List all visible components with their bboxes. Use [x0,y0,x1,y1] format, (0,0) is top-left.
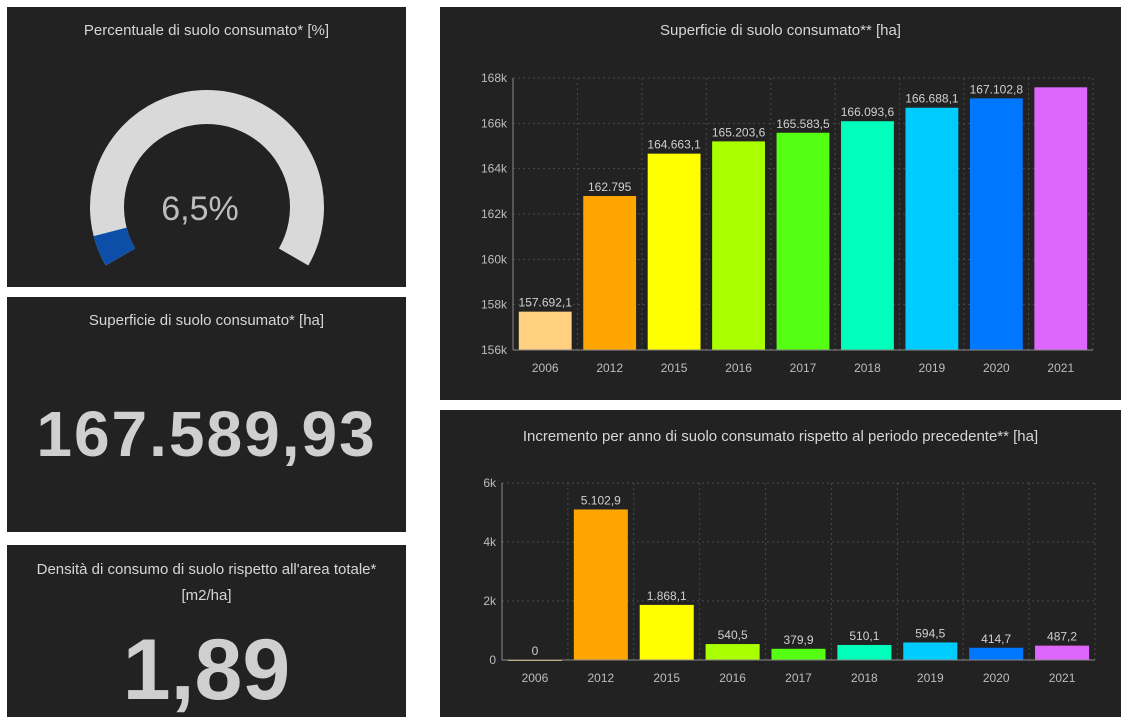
x-tick-label: 2006 [522,671,549,685]
bar [969,647,1024,660]
bar [647,153,701,350]
gauge-chart: 6,5% [90,90,324,266]
x-tick-label: 2019 [919,361,946,375]
data-label: 157.692,1 [519,296,573,310]
density-value: 1,89 [122,622,291,717]
area-panel: Superficie di suolo consumato* [ha] 167.… [7,297,406,532]
bar [837,644,892,660]
data-label: 594,5 [915,626,945,640]
y-tick-label: 2k [483,594,497,608]
bar [969,98,1023,350]
data-label: 0 [532,644,539,658]
x-tick-label: 2018 [851,671,878,685]
bar [841,121,894,350]
bar [1035,645,1090,660]
y-tick-label: 166k [481,116,508,130]
bar [776,132,830,350]
y-tick-label: 160k [481,252,508,266]
area-by-year-chart: 156k 158k 160k 162k 164k 166k 168k 157.692,1 200… [481,71,1094,375]
data-label: 164.663,1 [647,138,701,152]
gauge-value: 6,5% [161,190,239,228]
x-tick-label: 2021 [1049,671,1076,685]
bar [905,107,959,351]
data-label: 166.688,1 [905,92,959,106]
bar [639,604,694,660]
data-label: 165.583,5 [776,117,830,131]
y-tick-label: 156k [481,343,508,357]
x-tick-label: 2015 [653,671,680,685]
x-tick-label: 2020 [983,671,1010,685]
bar [903,642,958,660]
data-label: 487,2 [1047,630,1077,644]
density-title: Densità di consumo di suolo rispetto all… [36,561,377,604]
x-tick-label: 2017 [790,361,817,375]
x-tick-label: 2016 [725,361,752,375]
bar [1034,87,1088,350]
bar [583,195,637,350]
area-value: 167.589,93 [36,398,377,470]
bar [705,644,760,660]
x-tick-label: 2012 [587,671,614,685]
y-tick-label: 6k [483,476,497,490]
data-label: 510,1 [849,629,879,643]
x-tick-label: 2006 [532,361,559,375]
area-title: Superficie di suolo consumato* [ha] [88,312,325,329]
data-label: 379,9 [783,633,813,647]
y-tick-label: 0 [489,653,496,667]
x-tick-label: 2021 [1047,361,1074,375]
data-label: 165.203,6 [712,125,766,139]
data-label: 166.093,6 [841,105,895,119]
chart1-title: Superficie di suolo consumato** [ha] [660,22,901,39]
chart2-title: Incremento per anno di suolo consumato r… [522,428,1039,445]
increment-chart: 0 2k 4k 6k 0 2006 5.102,9 2012 1.868,1 2015 540,5 2… [483,476,1096,685]
data-label: 414,7 [981,632,1011,646]
bar [712,141,765,350]
x-tick-label: 2017 [785,671,812,685]
gauge-fill [93,227,136,266]
y-tick-label: 168k [481,71,508,85]
x-tick-label: 2018 [854,361,881,375]
x-tick-label: 2019 [917,671,944,685]
x-tick-label: 2012 [596,361,623,375]
gauge-track [90,90,324,266]
bar [771,648,826,660]
y-tick-label: 162k [481,207,508,221]
data-label: 167.102,8 [970,82,1024,96]
data-label: 1.868,1 [647,589,687,603]
bar [518,311,572,350]
increment-panel: Incremento per anno di suolo consumato r… [440,410,1121,717]
y-tick-label: 4k [483,535,497,549]
data-label: 5.102,9 [581,493,621,507]
y-tick-label: 164k [481,162,508,176]
y-tick-label: 158k [481,298,508,312]
x-tick-label: 2020 [983,361,1010,375]
data-label: 540,5 [718,628,748,642]
x-tick-label: 2016 [719,671,746,685]
x-tick-label: 2015 [661,361,688,375]
area-by-year-panel: Superficie di suolo consumato** [ha] 156… [440,7,1121,400]
gauge-panel: Percentuale di suolo consumato* [%] 6,5% [7,7,406,287]
bar [573,509,628,660]
data-label: 162.795 [588,180,632,194]
density-panel: Densità di consumo di suolo rispetto all… [7,545,406,717]
